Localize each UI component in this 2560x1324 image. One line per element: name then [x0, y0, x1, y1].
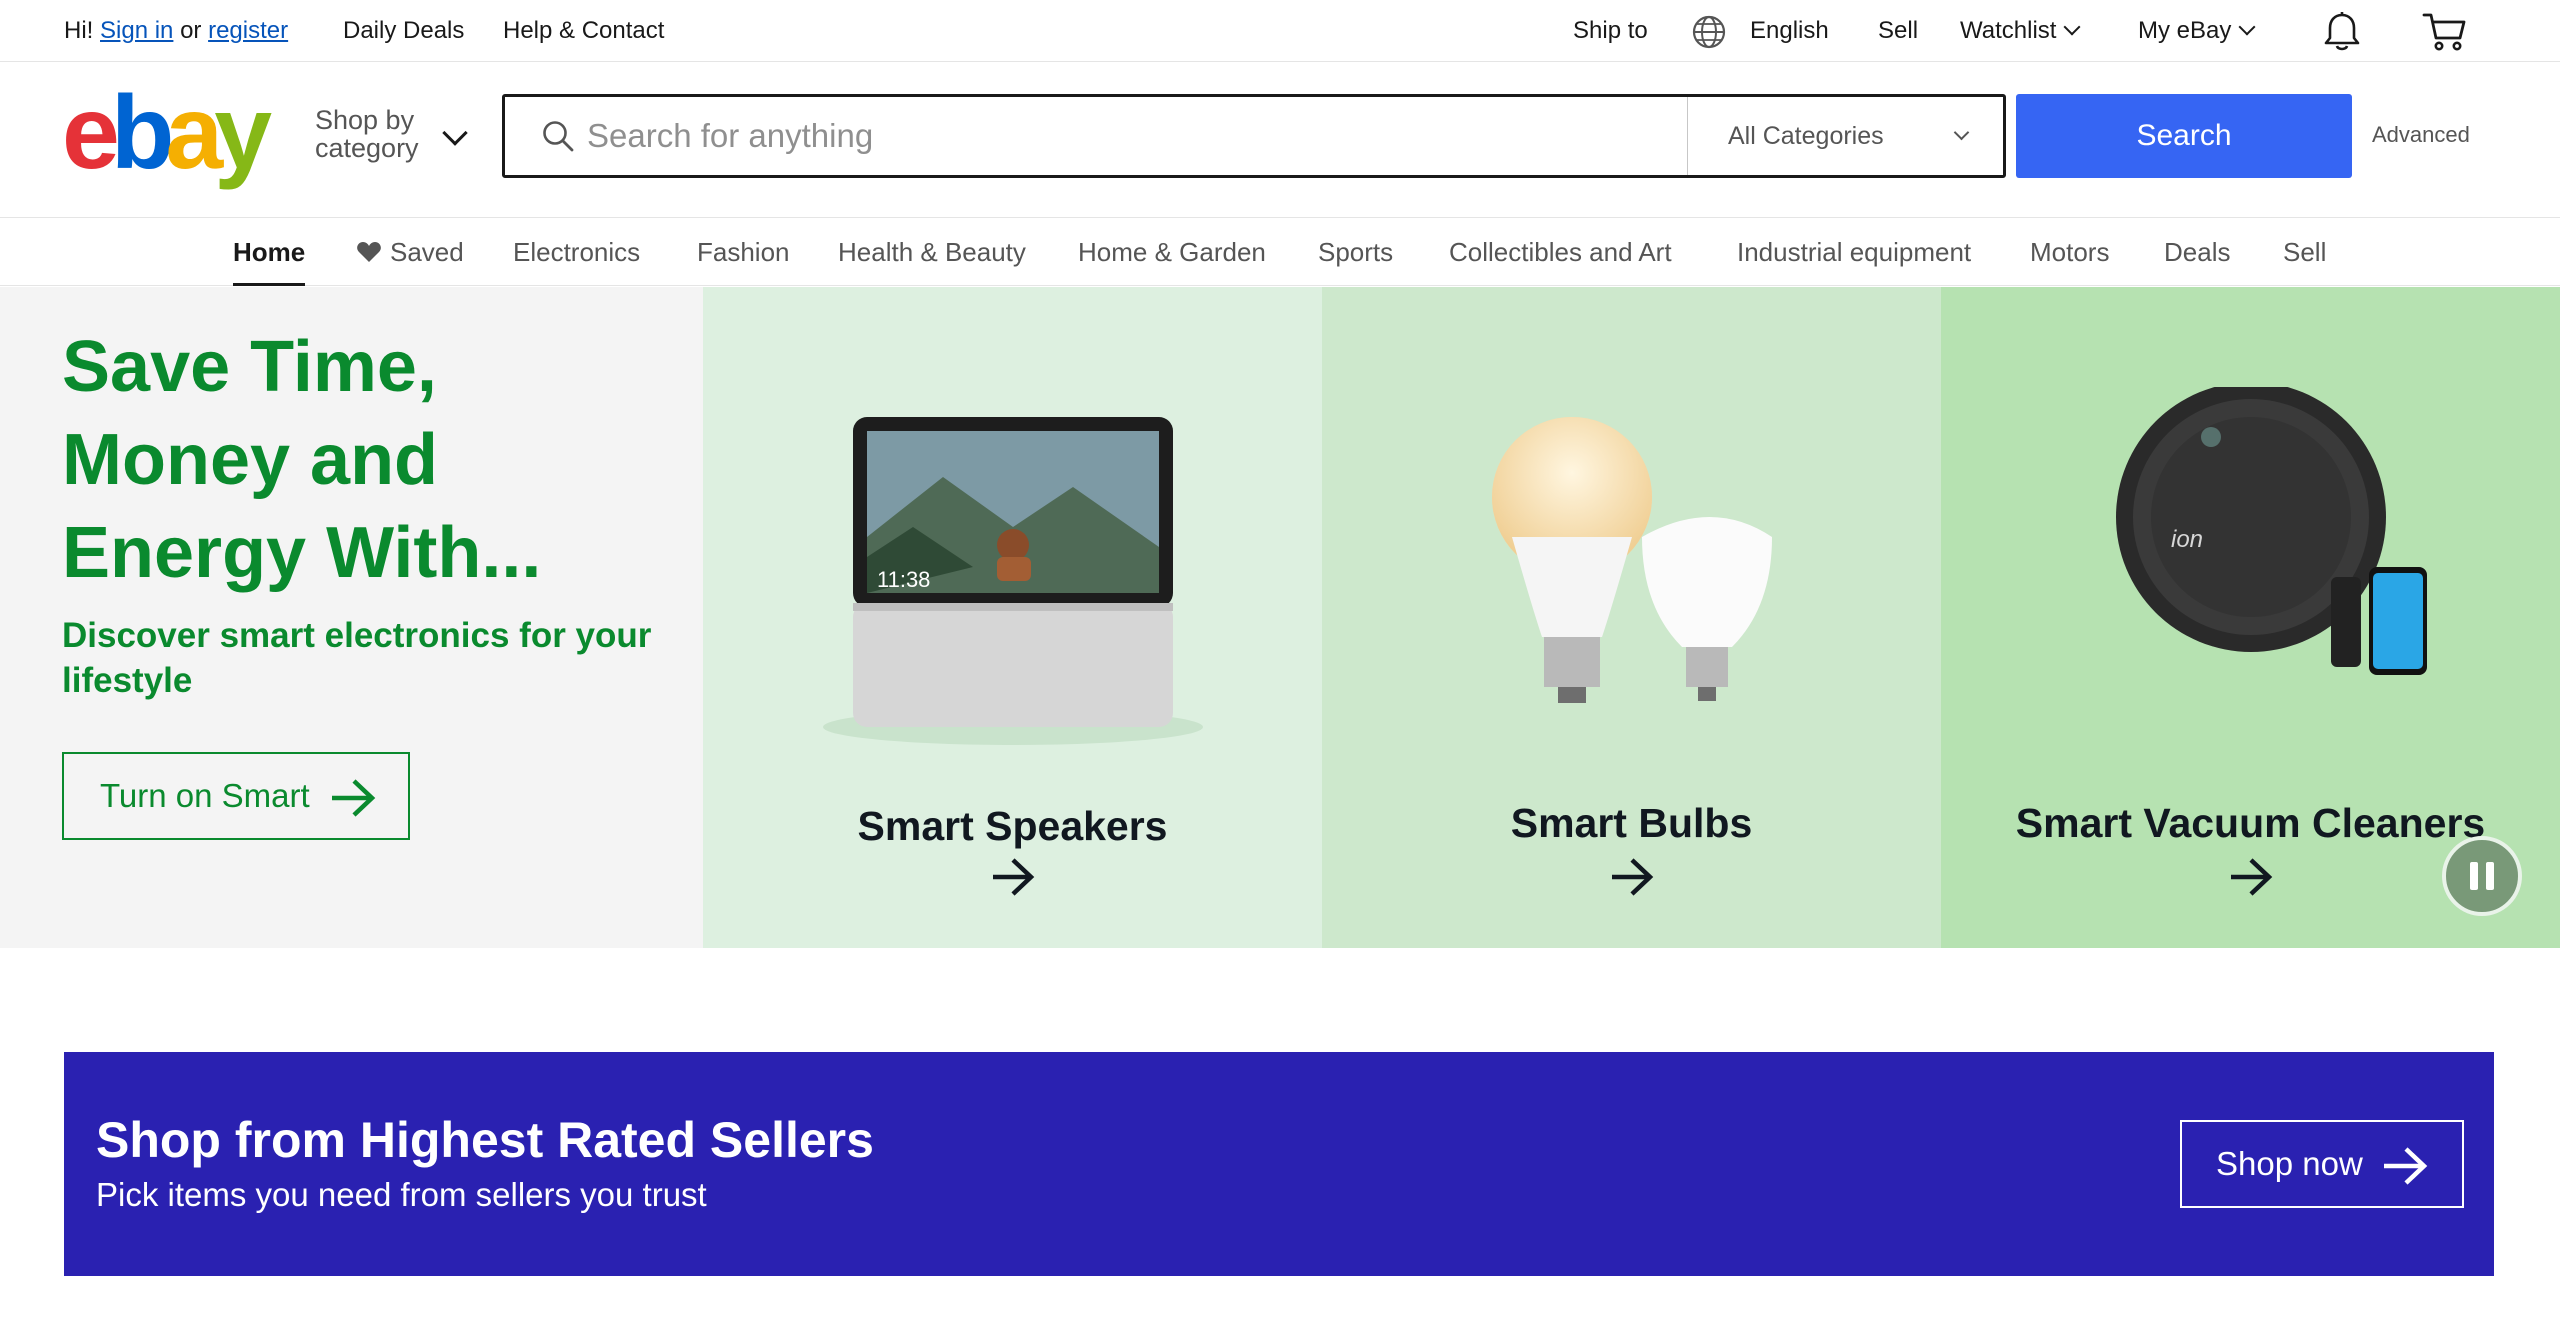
- nav-item-collectibles-art[interactable]: Collectibles and Art: [1449, 218, 1672, 286]
- nav-item-sell[interactable]: Sell: [2283, 218, 2326, 286]
- smart-speaker-image: 11:38: [823, 417, 1203, 745]
- nav-item-home[interactable]: Home: [233, 218, 306, 286]
- svg-text:ebay: ebay: [62, 88, 272, 191]
- search-bar: All Categories: [502, 94, 2006, 178]
- sign-in-link[interactable]: Sign in: [100, 17, 173, 44]
- tile-label: Smart Speakers: [857, 803, 1168, 849]
- greeting-text: Hi! Sign in or register: [64, 0, 288, 62]
- hero-title: Save Time, Money and Energy With...: [62, 327, 542, 593]
- main-header: ebay Shop by category All Categories Sea…: [0, 62, 2560, 218]
- daily-deals-link[interactable]: Daily Deals: [343, 0, 464, 62]
- my-ebay-label: My eBay: [2138, 17, 2232, 44]
- shop-by-line1: Shop by: [315, 105, 415, 135]
- my-ebay-menu[interactable]: My eBay: [2138, 0, 2256, 62]
- arrow-right-icon: [2230, 858, 2272, 896]
- chevron-down-icon: [2238, 18, 2256, 36]
- nav-item-deals[interactable]: Deals: [2164, 218, 2230, 286]
- ship-to-button[interactable]: Ship to: [1573, 0, 1648, 62]
- hero-cta-label: Turn on Smart: [100, 777, 310, 814]
- nav-item-sports[interactable]: Sports: [1318, 218, 1393, 286]
- nav-item-saved[interactable]: Saved: [356, 218, 464, 286]
- advanced-search-link[interactable]: Advanced: [2372, 118, 2470, 152]
- speaker-clock-text: 11:38: [877, 567, 930, 592]
- nav-item-health-beauty[interactable]: Health & Beauty: [838, 218, 1026, 286]
- pause-icon: [2470, 862, 2478, 890]
- pause-icon: [2486, 862, 2494, 890]
- category-select[interactable]: All Categories: [1687, 97, 2003, 175]
- shop-now-button[interactable]: Shop now: [2180, 1120, 2464, 1208]
- shop-now-label: Shop now: [2216, 1145, 2363, 1182]
- language-selector[interactable]: English: [1750, 0, 1829, 62]
- arrow-right-icon: [2384, 1147, 2428, 1185]
- nav-item-fashion[interactable]: Fashion: [697, 218, 790, 286]
- tile-smart-speakers[interactable]: 11:38 Smart Speakers: [703, 287, 1322, 948]
- hero-text-panel: Save Time, Money and Energy With... Disc…: [0, 287, 703, 948]
- smart-bulbs-image: [1492, 417, 1772, 703]
- watchlist-menu[interactable]: Watchlist: [1960, 0, 2081, 62]
- chevron-down-icon: [2063, 18, 2081, 36]
- top-utility-bar: Hi! Sign in or register Daily Deals Help…: [0, 0, 2560, 62]
- chevron-down-icon[interactable]: [442, 120, 468, 146]
- robot-vacuum-image: ion: [2116, 387, 2427, 675]
- arrow-right-icon: [332, 779, 376, 817]
- nav-item-home-garden[interactable]: Home & Garden: [1078, 218, 1266, 286]
- ebay-logo[interactable]: ebay: [62, 75, 302, 192]
- search-input[interactable]: [587, 97, 1587, 175]
- heart-icon: [357, 242, 381, 262]
- hero-subtitle: Discover smart electronics for your life…: [62, 616, 652, 700]
- or-text: or: [180, 17, 202, 44]
- search-button[interactable]: Search: [2016, 94, 2352, 178]
- register-link[interactable]: register: [208, 17, 288, 44]
- nav-item-saved-label: Saved: [390, 237, 464, 267]
- sell-link[interactable]: Sell: [1878, 0, 1918, 62]
- carousel-pause-button[interactable]: [2442, 836, 2522, 916]
- category-select-value: All Categories: [1728, 122, 1884, 150]
- promo-banner: Shop from Highest Rated Sellers Pick ite…: [64, 1052, 2494, 1276]
- shop-by-line2: category: [315, 133, 419, 163]
- globe-icon[interactable]: [1691, 0, 1727, 62]
- arrow-right-icon: [992, 858, 1034, 896]
- arrow-right-icon: [1611, 858, 1653, 896]
- tile-label: Smart Bulbs: [1510, 800, 1753, 846]
- promo-subtitle: Pick items you need from sellers you tru…: [96, 1176, 707, 1213]
- watchlist-label: Watchlist: [1960, 17, 2057, 44]
- tile-smart-bulbs[interactable]: Smart Bulbs: [1322, 287, 1941, 948]
- search-icon: [543, 121, 574, 152]
- cart-icon[interactable]: [2422, 0, 2468, 62]
- notification-bell-icon[interactable]: [2322, 0, 2362, 62]
- hero-carousel: Save Time, Money and Energy With... Disc…: [0, 287, 2560, 948]
- nav-item-industrial-equipment[interactable]: Industrial equipment: [1737, 218, 1971, 286]
- promo-title: Shop from Highest Rated Sellers: [96, 1112, 874, 1168]
- nav-item-electronics[interactable]: Electronics: [513, 218, 640, 286]
- help-contact-link[interactable]: Help & Contact: [503, 0, 664, 62]
- vacuum-brand-text: ion: [2171, 526, 2203, 553]
- turn-on-smart-button[interactable]: Turn on Smart: [62, 752, 410, 840]
- nav-item-motors[interactable]: Motors: [2030, 218, 2109, 286]
- greeting-label: Hi!: [64, 17, 94, 44]
- chevron-down-icon: [1953, 124, 1970, 141]
- shop-by-category-button[interactable]: Shop by category: [315, 106, 419, 162]
- category-nav: Home Saved Electronics Fashion Health & …: [0, 218, 2560, 286]
